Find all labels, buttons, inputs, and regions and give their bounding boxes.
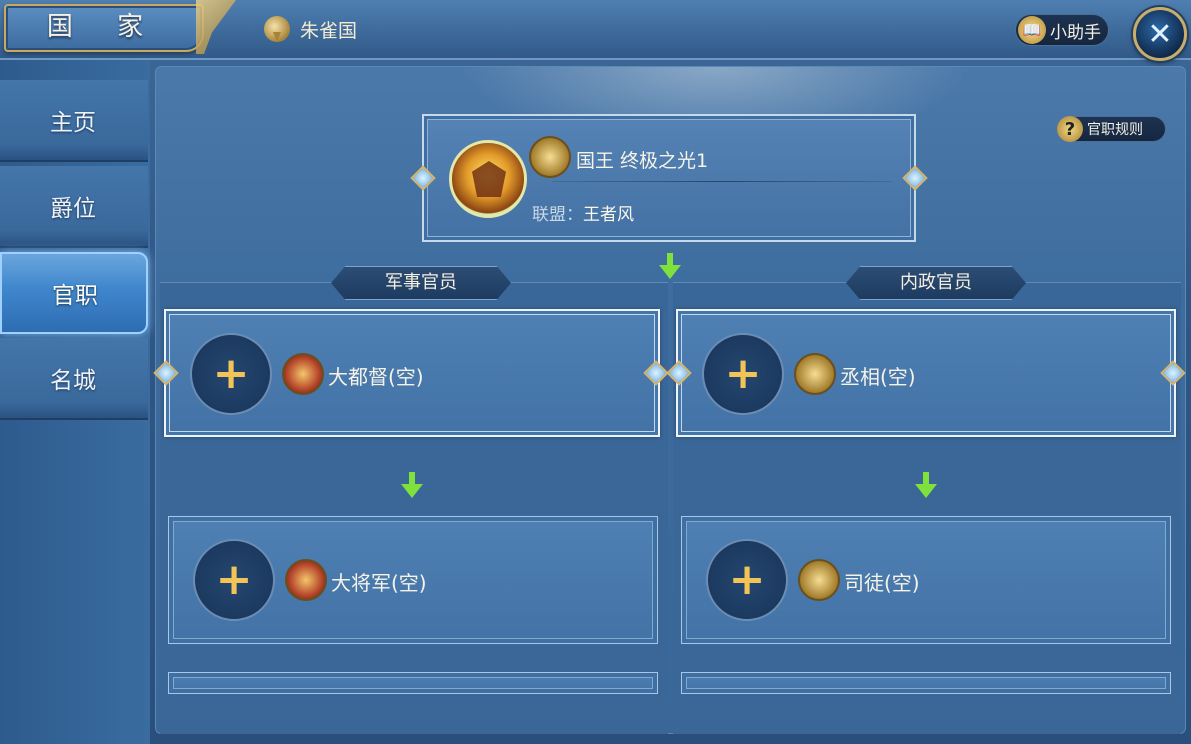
- civil-header: 内政官员: [846, 266, 1026, 300]
- helper-button[interactable]: 📖 小助手: [1015, 14, 1109, 46]
- king-card[interactable]: 国王 终极之光1 联盟：王者风: [422, 114, 916, 242]
- scroll-icon: [798, 559, 840, 601]
- position-name: 司徒(空): [844, 571, 920, 595]
- dragon-seal-icon: [794, 353, 836, 395]
- position-card-grand-commander[interactable]: + 大都督(空): [164, 309, 660, 437]
- down-arrow-icon: [401, 472, 423, 498]
- king-name: 国王 终极之光1: [576, 150, 709, 172]
- position-card-grand-general[interactable]: + 大将军(空): [168, 516, 658, 644]
- nation-name: 朱雀国: [300, 19, 358, 42]
- sidebar-item-nobility[interactable]: 爵位: [0, 166, 148, 248]
- title-ornament-icon: [196, 0, 236, 54]
- office-rules-button[interactable]: ? 官职规则: [1057, 116, 1166, 142]
- crown-icon: [529, 136, 571, 178]
- nation-info: 朱雀国: [264, 14, 357, 44]
- position-card-partial[interactable]: [168, 672, 658, 694]
- close-icon: ✕: [1147, 16, 1173, 52]
- sword-icon: [285, 559, 327, 601]
- close-button[interactable]: ✕: [1133, 7, 1187, 61]
- position-card-partial[interactable]: [681, 672, 1171, 694]
- position-name: 大将军(空): [331, 571, 427, 595]
- helmet-icon: [282, 353, 324, 395]
- sidebar-item-offices[interactable]: 官职: [0, 252, 148, 334]
- nation-emblem-icon: [264, 16, 290, 42]
- position-name: 大都督(空): [328, 365, 424, 389]
- king-avatar: [449, 140, 527, 218]
- sidebar: 主页 爵位 官职 名城: [0, 60, 150, 744]
- king-divider: [552, 181, 892, 182]
- book-icon: 📖: [1018, 16, 1046, 44]
- sidebar-item-home[interactable]: 主页: [0, 80, 148, 162]
- position-name: 丞相(空): [840, 365, 916, 389]
- add-official-button[interactable]: +: [193, 539, 275, 621]
- king-alliance: 联盟：王者风: [532, 200, 634, 225]
- alliance-value: 王者风: [583, 205, 634, 225]
- add-official-button[interactable]: +: [702, 333, 784, 415]
- position-card-chancellor[interactable]: + 丞相(空): [676, 309, 1176, 437]
- down-arrow-icon: [659, 253, 681, 279]
- helper-label: 小助手: [1050, 22, 1101, 43]
- military-header: 军事官员: [331, 266, 511, 300]
- add-official-button[interactable]: +: [706, 539, 788, 621]
- main-panel: ? 官职规则 国王 终极之光1 联盟：王者风 军事官员 内政官员 + 大都督(空…: [153, 66, 1186, 734]
- top-bar: 国 家 朱雀国 📖 小助手 ✕: [0, 0, 1191, 61]
- alliance-label: 联盟：: [532, 205, 583, 225]
- sidebar-item-cities[interactable]: 名城: [0, 338, 148, 420]
- office-rules-label: 官职规则: [1087, 122, 1143, 138]
- question-icon: ?: [1057, 116, 1083, 142]
- page-title: 国 家: [4, 4, 204, 52]
- add-official-button[interactable]: +: [190, 333, 272, 415]
- position-card-minister[interactable]: + 司徒(空): [681, 516, 1171, 644]
- down-arrow-icon: [915, 472, 937, 498]
